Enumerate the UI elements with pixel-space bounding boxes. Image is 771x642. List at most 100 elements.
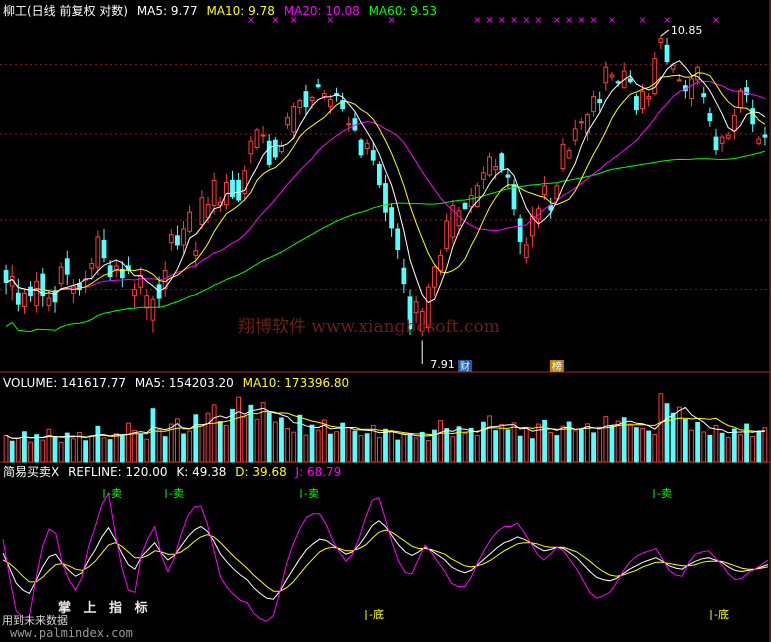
refline-value: REFLINE: 120.00 <box>68 465 168 479</box>
signal-marker: × <box>485 15 493 26</box>
volume-bar-up <box>389 431 395 463</box>
volume-bar-down <box>266 412 272 463</box>
candle-down <box>395 228 401 251</box>
candle-down <box>64 258 70 275</box>
candle-up <box>260 134 266 137</box>
candle-up <box>34 280 40 306</box>
volume-bar-down <box>670 412 676 463</box>
volume-bar-up <box>46 428 52 463</box>
volume-bar-up <box>358 435 364 463</box>
volume-bar-up <box>615 420 621 463</box>
ma10-value: MA10: 9.78 <box>206 4 275 18</box>
volume-bar-down <box>162 436 168 463</box>
volume-bar-down <box>230 408 235 463</box>
candle-up <box>658 38 664 43</box>
volume-bar-up <box>101 437 107 463</box>
indicator-header: 简易买卖X REFLINE: 120.00 K: 49.38 D: 39.68 … <box>3 465 346 479</box>
volume-bar-down <box>279 417 284 463</box>
volume-bar-up <box>272 421 278 463</box>
volume-bar-down <box>554 435 560 463</box>
volume-bar-up <box>676 406 682 463</box>
candle-up <box>132 289 137 297</box>
volume-bar-down <box>505 429 511 463</box>
palm-index-logo-text: 掌 上 指 标 <box>58 601 152 616</box>
palmindex-url: www.palmindex.com <box>10 626 133 640</box>
volume-bar-down <box>107 439 113 463</box>
candle-up <box>248 140 254 155</box>
volume-bar-down <box>517 435 523 463</box>
volume-bar-up <box>572 430 578 463</box>
candle-up <box>523 244 529 259</box>
volume-bar-up <box>474 434 480 463</box>
volume-bar-down <box>138 433 144 463</box>
volume-bar-down <box>419 431 425 463</box>
volume-bar-down <box>756 430 762 463</box>
volume-bar-down <box>395 439 401 463</box>
volume-bar-up <box>236 396 242 463</box>
candle-up <box>731 115 737 132</box>
candle-down <box>713 136 719 151</box>
volume-bar-up <box>462 432 468 463</box>
low-price-label: 7.91 <box>430 358 455 371</box>
volume-bar-down <box>646 430 652 463</box>
candle-down <box>499 153 505 171</box>
volume-bar-up <box>58 442 64 463</box>
volume-bar-up <box>376 437 382 463</box>
high-price-label: 10.85 <box>671 24 703 37</box>
candle-up <box>150 298 156 321</box>
candle-up <box>291 106 297 133</box>
candle-down <box>28 286 33 297</box>
volume-bar-up <box>334 431 339 463</box>
candle-up <box>297 100 303 109</box>
candle-down <box>701 93 707 98</box>
candle-down <box>230 179 235 198</box>
candle-down <box>744 87 749 96</box>
stock-title: 柳工(日线 前复权 对数) <box>3 4 128 18</box>
volume-bar-down <box>217 421 223 463</box>
volume-bar-up <box>89 435 95 463</box>
candle-up <box>22 292 27 308</box>
volume-bar-down <box>119 435 125 463</box>
candle-down <box>272 139 278 158</box>
volume-bar-up <box>725 436 731 463</box>
signal-marker: × <box>510 15 518 26</box>
volume-bar-up <box>450 436 456 463</box>
candle-down <box>389 207 395 229</box>
volume-bar-up <box>315 429 321 463</box>
news-badge: 财 <box>460 360 470 373</box>
volume-bar-down <box>83 440 89 463</box>
volume-bar-down <box>707 434 713 463</box>
volume-bar-up <box>346 427 352 463</box>
volume-bar-up <box>156 429 162 463</box>
volume-bar-up <box>487 415 492 463</box>
candle-down <box>762 134 768 138</box>
candle-up <box>254 129 260 148</box>
volume-bar-down <box>364 433 370 463</box>
candle-down <box>266 140 272 165</box>
volume-bar-up <box>499 424 505 463</box>
volume-bar-up <box>701 431 707 463</box>
candle-down <box>358 139 364 156</box>
candle-up <box>591 96 596 113</box>
volume-bar-down <box>34 434 40 463</box>
volume-bar-up <box>126 422 131 463</box>
signal-marker: × <box>534 15 542 26</box>
candle-up <box>309 97 315 102</box>
volume-bar-down <box>609 425 615 463</box>
indicator-title: 简易买卖X <box>3 465 60 479</box>
d-value: D: 39.68 <box>235 465 287 479</box>
signal-marker: × <box>553 15 561 26</box>
candle-up <box>187 211 193 232</box>
volume-bar-up <box>205 412 211 463</box>
volume-bar-up <box>15 437 21 463</box>
volume-bar-down <box>340 422 346 463</box>
volume-bar-up <box>425 440 431 463</box>
high-marker-line <box>660 29 670 37</box>
candle-up <box>438 254 443 272</box>
volume-bar-up <box>223 424 229 463</box>
signal-marker: × <box>522 15 530 26</box>
candle-up <box>603 66 609 84</box>
volume-bar-down <box>407 434 413 463</box>
volume-bar-up <box>187 430 193 463</box>
volume-bar-down <box>493 430 499 463</box>
